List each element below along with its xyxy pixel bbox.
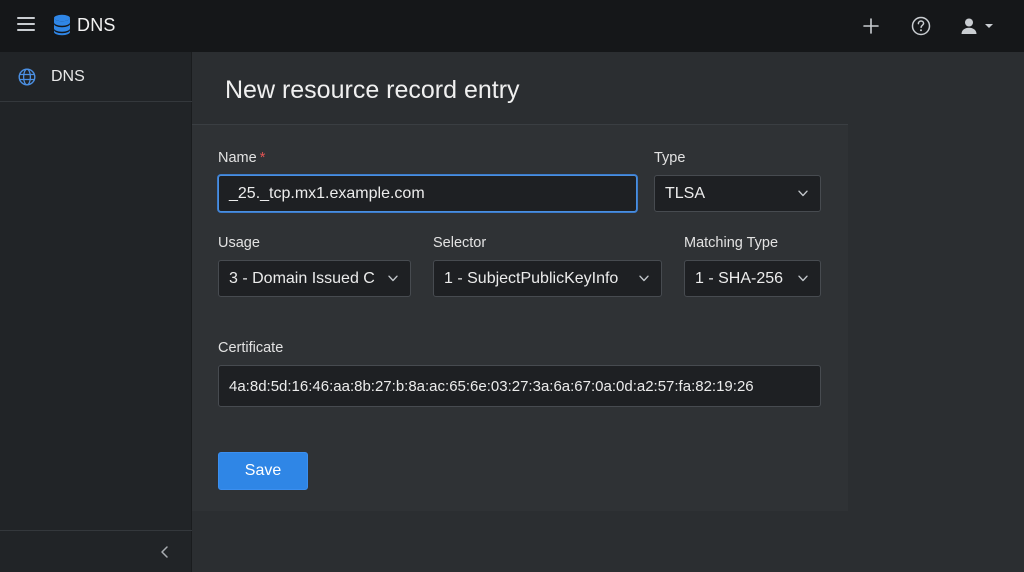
certificate-label: Certificate — [218, 340, 284, 356]
matching-type-select-value: 1 - SHA-256 — [695, 269, 784, 287]
certificate-input[interactable]: 4a:8d:5d:16:46:aa:8b:27:b:8a:ac:65:6e:03… — [218, 365, 821, 407]
selector-select[interactable]: 1 - SubjectPublicKeyInfo — [433, 260, 662, 297]
required-mark: * — [259, 150, 266, 166]
usage-select-value: 3 - Domain Issued C — [229, 269, 375, 287]
chevron-down-icon — [798, 275, 808, 282]
database-icon — [54, 14, 70, 36]
user-menu-button[interactable] — [960, 14, 1000, 38]
chevron-down-icon — [388, 275, 398, 282]
matching-type-select[interactable]: 1 - SHA-256 — [684, 260, 821, 297]
app-title: DNS — [77, 14, 116, 35]
plus-icon[interactable] — [859, 14, 883, 38]
page-title: New resource record entry — [225, 76, 520, 104]
sidebar-item-dns[interactable]: DNS — [0, 52, 192, 102]
type-label: Type — [654, 150, 686, 166]
menu-icon[interactable] — [17, 17, 35, 33]
chevron-left-icon[interactable] — [157, 544, 173, 560]
usage-label: Usage — [218, 235, 260, 251]
selector-select-value: 1 - SubjectPublicKeyInfo — [444, 269, 619, 287]
save-button[interactable]: Save — [218, 452, 308, 490]
user-icon — [961, 18, 977, 34]
sidebar-footer — [0, 530, 192, 572]
top-bar: DNS — [0, 0, 1024, 52]
help-icon[interactable] — [909, 14, 933, 38]
matching-type-label: Matching Type — [684, 235, 779, 251]
certificate-input-value: 4a:8d:5d:16:46:aa:8b:27:b:8a:ac:65:6e:03… — [229, 377, 754, 395]
type-select[interactable]: TLSA — [654, 175, 821, 212]
usage-select[interactable]: 3 - Domain Issued C — [218, 260, 411, 297]
name-input-value: _25._tcp.mx1.example.com — [229, 184, 425, 202]
chevron-down-icon — [639, 275, 649, 282]
selector-label: Selector — [433, 235, 487, 251]
name-label: Name * — [218, 150, 265, 166]
name-label-text: Name — [218, 150, 257, 166]
chevron-down-icon — [798, 190, 808, 197]
globe-icon — [18, 67, 36, 86]
caret-down-icon — [985, 24, 993, 28]
sidebar-item-label: DNS — [51, 67, 85, 85]
type-select-value: TLSA — [665, 184, 706, 202]
brand: DNS — [53, 14, 116, 36]
sidebar: DNS — [0, 52, 192, 572]
name-input[interactable]: _25._tcp.mx1.example.com — [218, 175, 637, 212]
